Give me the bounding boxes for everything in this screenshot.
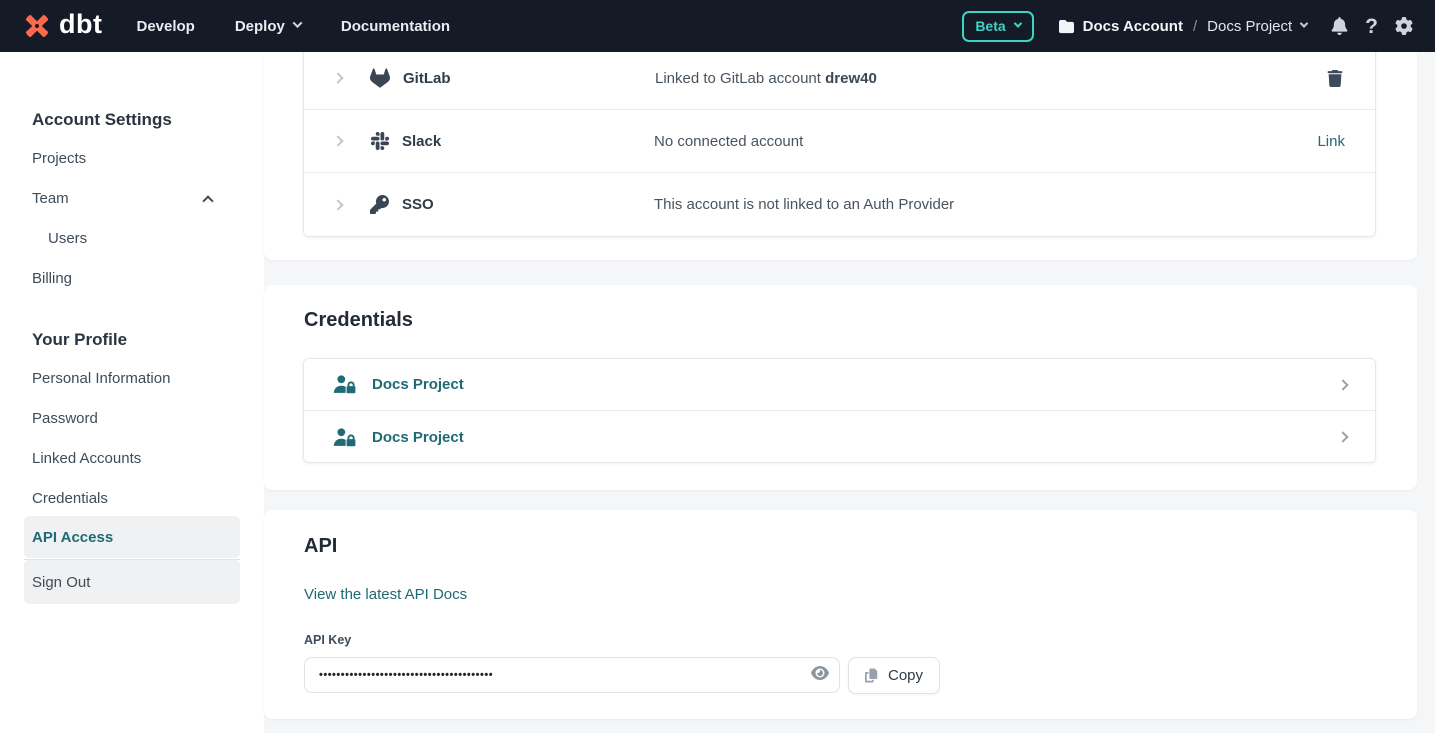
nav-item-develop[interactable]: Develop	[136, 18, 194, 35]
dbt-logo-icon	[22, 11, 52, 41]
help-button[interactable]: ?	[1365, 16, 1378, 37]
chevron-right-icon	[1337, 379, 1348, 390]
linked-account-row-sso: SSO This account is not linked to an Aut…	[304, 173, 1375, 236]
chevron-down-icon	[292, 18, 302, 28]
sidebar-item-sign-out[interactable]: Sign Out	[24, 560, 240, 604]
chevron-down-icon	[1013, 19, 1021, 27]
navbar-icons: ?	[1331, 16, 1413, 37]
sidebar-item-password[interactable]: Password	[32, 410, 98, 427]
chevron-right-icon	[1337, 431, 1348, 442]
folder-icon	[1058, 19, 1075, 34]
chevron-up-icon	[202, 195, 213, 206]
bell-icon	[1331, 17, 1348, 35]
top-navbar: dbt Develop Deploy Documentation Beta Do…	[0, 0, 1435, 52]
sidebar-item-personal-information[interactable]: Personal Information	[32, 370, 170, 387]
dbt-logo-text: dbt	[59, 11, 102, 42]
nav-item-documentation[interactable]: Documentation	[341, 18, 450, 35]
chevron-right-icon[interactable]	[332, 199, 343, 210]
linked-account-row-slack: Slack No connected account Link	[304, 110, 1375, 173]
beta-dropdown[interactable]: Beta	[962, 11, 1033, 42]
help-icon: ?	[1365, 16, 1378, 37]
linked-accounts-list: GitLab Linked to GitLab account drew40 S…	[303, 46, 1376, 237]
sidebar-heading-account-settings: Account Settings	[32, 110, 172, 130]
settings-sidebar: Account Settings Projects Team Users Bil…	[0, 52, 264, 733]
sidebar-item-projects[interactable]: Projects	[32, 150, 86, 167]
chevron-right-icon[interactable]	[332, 72, 343, 83]
chevron-down-icon	[1300, 19, 1308, 27]
settings-button[interactable]	[1395, 17, 1413, 35]
eye-icon	[811, 666, 829, 682]
copy-api-key-button[interactable]: Copy	[848, 657, 940, 694]
nav-item-deploy[interactable]: Deploy	[235, 18, 301, 35]
gitlab-icon	[370, 68, 390, 88]
credential-project-label: Docs Project	[372, 376, 464, 393]
breadcrumb-account[interactable]: Docs Account	[1083, 18, 1183, 35]
copy-icon	[865, 668, 879, 683]
credential-project-label: Docs Project	[372, 429, 464, 446]
nav-links: Develop Deploy Documentation	[136, 18, 450, 35]
gear-icon	[1395, 17, 1413, 35]
credential-row[interactable]: Docs Project	[304, 411, 1375, 463]
trash-icon	[1327, 70, 1343, 87]
breadcrumb-separator: /	[1191, 18, 1199, 35]
unlink-gitlab-button[interactable]	[1325, 68, 1345, 89]
sidebar-item-billing[interactable]: Billing	[32, 270, 72, 287]
linked-account-name: GitLab	[403, 70, 655, 87]
linked-account-status: This account is not linked to an Auth Pr…	[654, 196, 1345, 213]
navbar-right: Beta Docs Account / Docs Project	[962, 11, 1413, 42]
sidebar-item-users[interactable]: Users	[48, 230, 87, 247]
notifications-button[interactable]	[1331, 17, 1348, 35]
breadcrumb-project-dropdown[interactable]: Docs Project	[1207, 18, 1307, 35]
copy-button-label: Copy	[888, 667, 923, 684]
link-slack-button[interactable]: Link	[1317, 133, 1345, 150]
api-docs-link[interactable]: View the latest API Docs	[304, 586, 467, 603]
beta-label: Beta	[975, 18, 1005, 34]
linked-account-row-gitlab: GitLab Linked to GitLab account drew40	[304, 47, 1375, 110]
slack-icon	[371, 132, 389, 150]
linked-account-name: SSO	[402, 196, 654, 213]
sidebar-item-team[interactable]: Team	[32, 190, 232, 207]
api-key-field-wrap	[304, 657, 840, 693]
api-key-label: API Key	[304, 633, 351, 647]
sidebar-item-credentials[interactable]: Credentials	[32, 490, 108, 507]
sidebar-item-api-access[interactable]: API Access	[24, 516, 240, 558]
api-title: API	[304, 535, 337, 558]
chevron-right-icon[interactable]	[332, 135, 343, 146]
key-icon	[370, 195, 389, 214]
credential-row[interactable]: Docs Project	[304, 359, 1375, 411]
sidebar-heading-your-profile: Your Profile	[32, 330, 127, 350]
sidebar-item-linked-accounts[interactable]: Linked Accounts	[32, 450, 141, 467]
user-lock-icon	[332, 427, 358, 448]
linked-account-status: No connected account	[654, 133, 1317, 150]
linked-account-name: Slack	[402, 133, 654, 150]
api-key-input[interactable]	[304, 657, 840, 693]
dbt-logo[interactable]: dbt	[22, 11, 102, 42]
breadcrumb: Docs Account / Docs Project	[1058, 18, 1308, 35]
credentials-list: Docs Project Docs Project	[303, 358, 1376, 463]
reveal-api-key-button[interactable]	[811, 666, 830, 684]
credentials-title: Credentials	[304, 309, 413, 332]
user-lock-icon	[332, 374, 358, 395]
linked-account-status: Linked to GitLab account drew40	[655, 70, 1325, 87]
dbt-cloud-app: dbt Develop Deploy Documentation Beta Do…	[0, 0, 1435, 733]
